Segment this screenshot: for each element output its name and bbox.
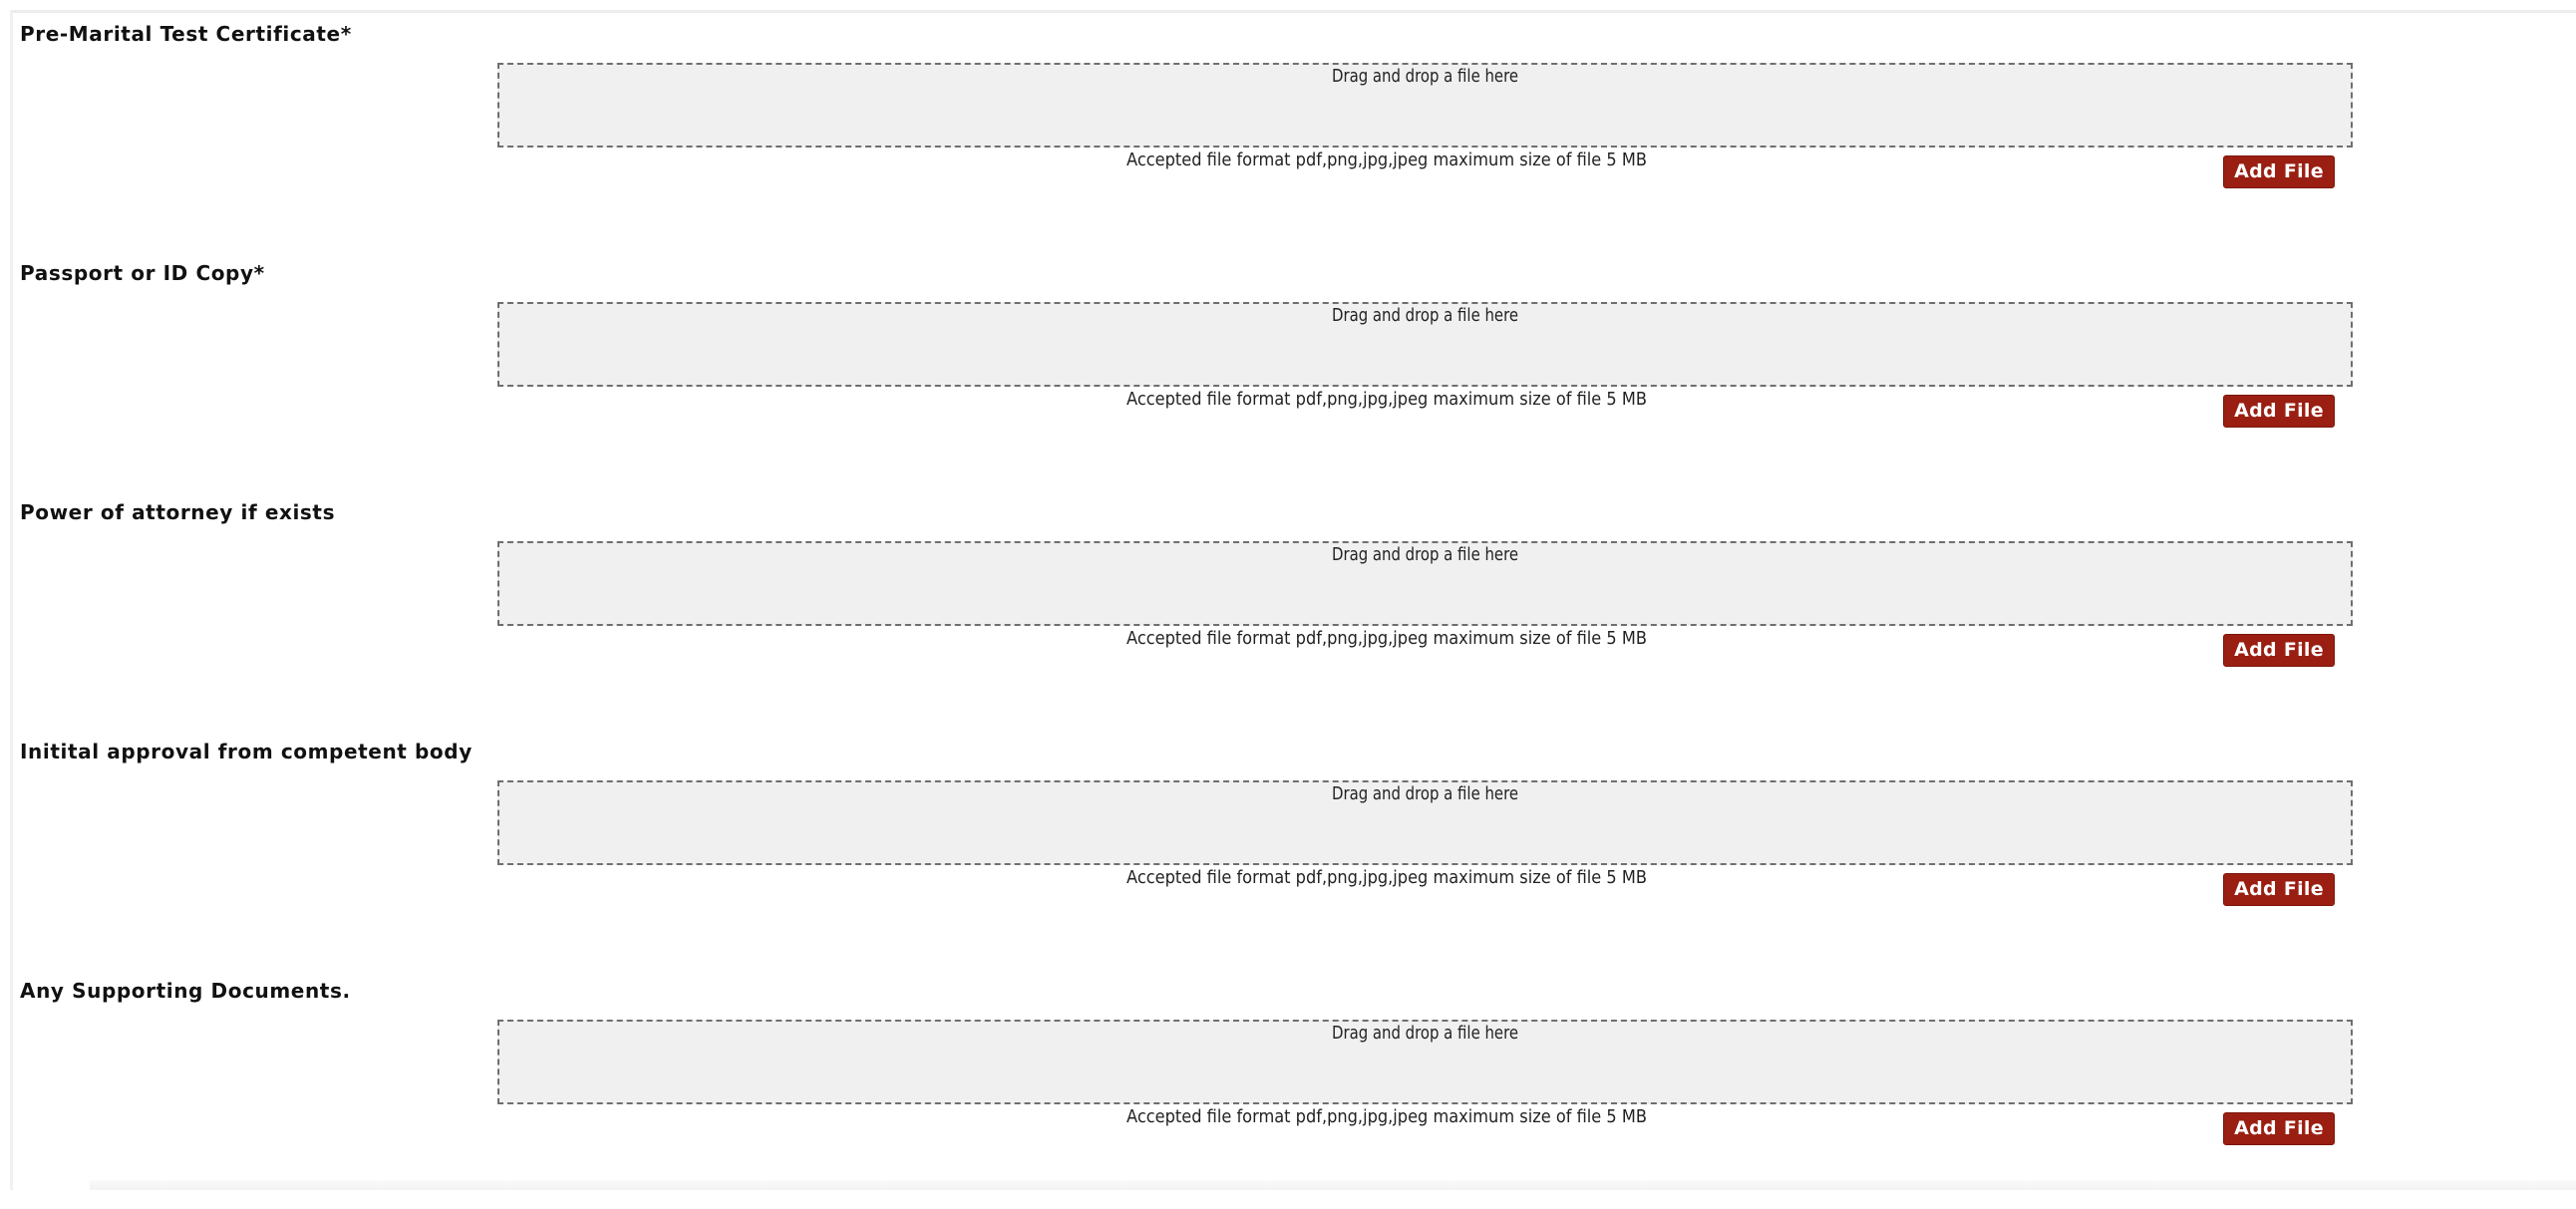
section-title: Passport or ID Copy* — [20, 261, 265, 285]
upload-section-pre-marital-certificate: Pre-Marital Test Certificate* Drag and d… — [13, 13, 2576, 252]
file-dropzone[interactable]: Drag and drop a file here — [497, 541, 2353, 626]
file-format-hint: Accepted file format pdf,png,jpg,jpeg ma… — [1127, 867, 1647, 888]
dropzone-instruction: Drag and drop a file here — [1331, 544, 1519, 565]
file-dropzone[interactable]: Drag and drop a file here — [497, 1020, 2353, 1104]
file-dropzone[interactable]: Drag and drop a file here — [497, 780, 2353, 865]
section-title: Any Supporting Documents. — [20, 979, 351, 1003]
file-format-hint: Accepted file format pdf,png,jpg,jpeg ma… — [1127, 1106, 1647, 1127]
file-format-hint: Accepted file format pdf,png,jpg,jpeg ma… — [1127, 150, 1647, 170]
dropzone-instruction: Drag and drop a file here — [1331, 305, 1519, 326]
upload-section-passport-id: Passport or ID Copy* Drag and drop a fil… — [13, 252, 2576, 491]
add-file-button[interactable]: Add File — [2223, 395, 2335, 428]
upload-section-initial-approval: Initital approval from competent body Dr… — [13, 731, 2576, 970]
upload-section-supporting-documents: Any Supporting Documents. Drag and drop … — [13, 970, 2576, 1209]
upload-form: Pre-Marital Test Certificate* Drag and d… — [10, 10, 2576, 1190]
dropzone-instruction: Drag and drop a file here — [1331, 66, 1519, 87]
file-format-hint: Accepted file format pdf,png,jpg,jpeg ma… — [1127, 389, 1647, 410]
file-format-hint: Accepted file format pdf,png,jpg,jpeg ma… — [1127, 628, 1647, 649]
file-dropzone[interactable]: Drag and drop a file here — [497, 63, 2353, 148]
dropzone-instruction: Drag and drop a file here — [1331, 783, 1519, 804]
add-file-button[interactable]: Add File — [2223, 634, 2335, 667]
section-title: Initital approval from competent body — [20, 740, 473, 763]
section-title: Power of attorney if exists — [20, 500, 336, 524]
add-file-button[interactable]: Add File — [2223, 1112, 2335, 1145]
file-dropzone[interactable]: Drag and drop a file here — [497, 302, 2353, 387]
add-file-button[interactable]: Add File — [2223, 155, 2335, 188]
section-title: Pre-Marital Test Certificate* — [20, 22, 352, 46]
frame-bottom-edge — [90, 1180, 2576, 1190]
dropzone-instruction: Drag and drop a file here — [1331, 1023, 1519, 1044]
add-file-button[interactable]: Add File — [2223, 873, 2335, 906]
upload-section-power-of-attorney: Power of attorney if exists Drag and dro… — [13, 491, 2576, 731]
